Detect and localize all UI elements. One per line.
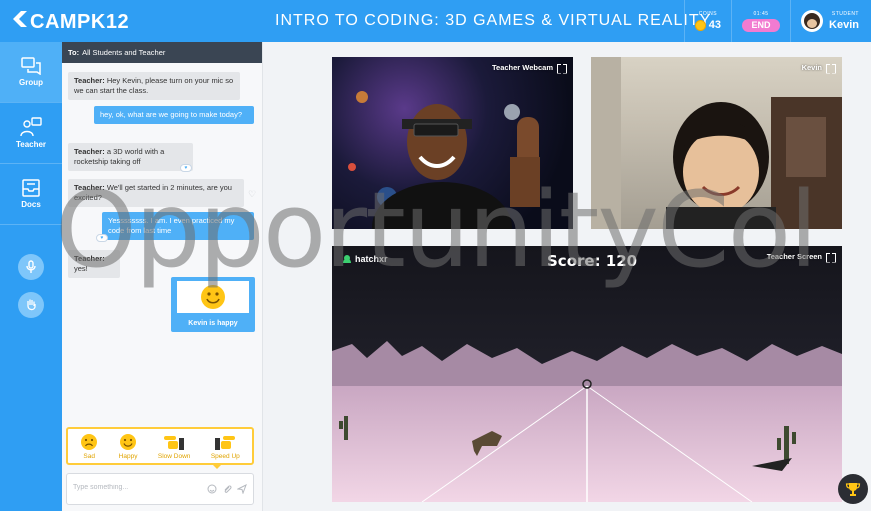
- timer-display: 01:45 END: [731, 0, 790, 42]
- app-brand: hatchxr: [342, 254, 388, 264]
- student-name: Kevin: [829, 19, 859, 31]
- game-scene: [332, 246, 842, 502]
- sidebar-item-label: Teacher: [15, 140, 47, 149]
- microphone-icon: [26, 260, 36, 273]
- send-icon[interactable]: [237, 484, 247, 494]
- teacher-screen-label: Teacher Screen: [767, 252, 834, 261]
- trophy-button[interactable]: [838, 474, 868, 504]
- chat-message: hey, ok, what are we going to make today…: [94, 106, 254, 124]
- logo-mark-icon: [12, 10, 28, 34]
- end-session-button[interactable]: END: [742, 18, 781, 32]
- timer-label: 01:45: [753, 10, 769, 17]
- hand-point-icon: [215, 435, 236, 450]
- chat-message: Yessssssss. I am. I even practiced my co…: [102, 212, 254, 240]
- teacher-chat-icon: [20, 117, 42, 137]
- coins-count: 43: [694, 19, 722, 31]
- attachment-icon[interactable]: [222, 484, 232, 494]
- student-webcam: Kevin: [591, 57, 842, 229]
- message-input[interactable]: [73, 484, 193, 491]
- coin-icon: [694, 19, 706, 31]
- reaction-happy-button[interactable]: Happy: [119, 433, 137, 460]
- reaction-speed-up-button[interactable]: Speed Up: [211, 433, 240, 460]
- logo-text: CAMPK12: [30, 10, 130, 33]
- message-input-area: [66, 473, 254, 505]
- happy-reaction-card: Kevin is happy: [171, 277, 255, 332]
- top-bar: CAMPK12 INTRO TO CODING: 3D GAMES & VIRT…: [0, 0, 871, 42]
- happy-caption: Kevin is happy: [188, 320, 238, 327]
- student-video-feed: [591, 57, 842, 229]
- teacher-video-feed: [348, 91, 540, 229]
- reaction-slow-down-button[interactable]: Slow Down: [158, 433, 190, 460]
- microphone-button[interactable]: [18, 254, 44, 280]
- student-webcam-label: Kevin: [802, 63, 834, 72]
- chat-message: Teacher: We'll get started in 2 minutes,…: [68, 179, 244, 207]
- sad-face-icon: [81, 433, 98, 450]
- reaction-bar: Sad Happy Slow Down Speed Up: [66, 427, 254, 469]
- fullscreen-icon[interactable]: [557, 64, 565, 72]
- sidebar-item-label: Group: [19, 78, 43, 87]
- chat-group-icon: [21, 57, 41, 75]
- heart-icon[interactable]: ♡: [248, 189, 256, 200]
- chat-message: Teacher: yes!: [68, 250, 120, 278]
- trophy-icon: [845, 483, 861, 496]
- coins-value: 43: [708, 19, 722, 31]
- coins-label: COINS: [698, 11, 718, 17]
- coins-display: COINS 43: [683, 0, 731, 42]
- reaction-sad-button[interactable]: Sad: [80, 433, 98, 460]
- happy-face-icon: [120, 433, 137, 450]
- happy-face-icon: [201, 285, 225, 309]
- student-label: STUDENT: [831, 11, 859, 17]
- hand-stop-icon: [164, 435, 185, 450]
- game-score: Score: 120: [547, 252, 638, 270]
- hatch-logo-icon: [343, 255, 351, 263]
- chat-recipients: All Students and Teacher: [82, 48, 166, 57]
- session-info: COINS 43 01:45 END STUDENT Kevin: [683, 0, 871, 42]
- chat-message: Teacher: Hey Kevin, please turn on your …: [68, 72, 240, 100]
- fullscreen-icon[interactable]: [826, 253, 834, 261]
- chat-panel: To: All Students and Teacher Teacher: He…: [62, 42, 263, 511]
- sidebar-item-teacher[interactable]: Teacher: [0, 103, 62, 164]
- teacher-webcam-label: Teacher Webcam: [492, 63, 565, 72]
- sidebar-item-label: Docs: [21, 200, 41, 209]
- inbox-docs-icon: [22, 179, 40, 197]
- fullscreen-icon[interactable]: [826, 64, 834, 72]
- course-title: INTRO TO CODING: 3D GAMES & VIRTUAL REAL…: [275, 12, 712, 29]
- sidebar-item-group[interactable]: Group: [0, 42, 62, 103]
- teacher-webcam: Teacher Webcam: [332, 57, 573, 229]
- sidebar-item-docs[interactable]: Docs: [0, 164, 62, 225]
- avatar: [801, 10, 824, 32]
- sidebar: Group Teacher Docs: [0, 42, 62, 511]
- raise-hand-button[interactable]: [18, 292, 44, 318]
- heart-reaction-badge: ♥: [180, 164, 192, 172]
- logo[interactable]: CAMPK12: [12, 10, 129, 34]
- student-profile[interactable]: STUDENT Kevin: [790, 0, 871, 42]
- heart-reaction-badge: ♥: [96, 234, 108, 242]
- emoji-icon[interactable]: [207, 484, 217, 494]
- chat-message: Teacher: a 3D world with a rocketship ta…: [68, 143, 193, 171]
- chat-header-prefix: To:: [68, 48, 80, 57]
- chat-header: To: All Students and Teacher: [62, 42, 262, 63]
- teacher-screen: hatchxr Score: 120 Teacher Screen: [332, 246, 842, 502]
- hand-icon: [27, 299, 36, 311]
